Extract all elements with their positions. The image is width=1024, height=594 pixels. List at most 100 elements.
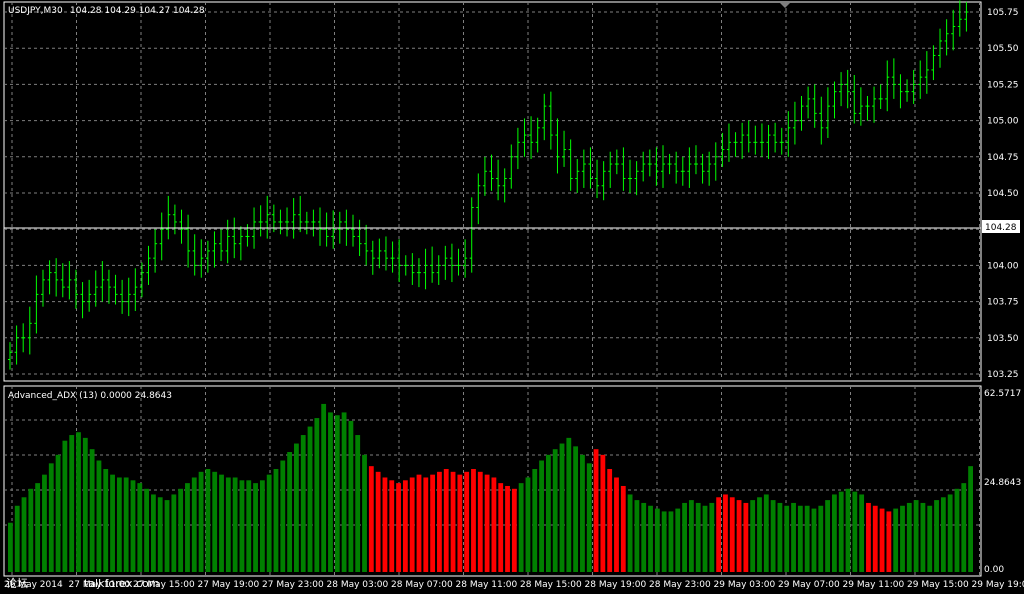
adx-bar [178, 488, 184, 572]
adx-bar [716, 497, 722, 572]
adx-bar [246, 480, 252, 572]
adx-bar [273, 468, 279, 572]
time-tick-label: 29 May 07:00 [778, 580, 840, 590]
adx-bar [654, 508, 660, 572]
price-tick-label: 105.00 [987, 117, 1019, 127]
adx-bar [961, 483, 967, 572]
adx-bar [157, 497, 163, 572]
watermark-text: talkforex.com [84, 577, 159, 590]
adx-bar [116, 477, 122, 572]
adx-bar [477, 471, 483, 572]
adx-bar [511, 488, 517, 572]
time-tick-label: 29 May 03:00 [714, 580, 776, 590]
adx-bar [219, 474, 224, 572]
adx-bar [225, 477, 231, 572]
adx-bar [573, 446, 579, 572]
adx-bar [457, 474, 463, 572]
time-tick-label: 28 May 03:00 [327, 580, 389, 590]
adx-bar [491, 477, 497, 572]
adx-bar [362, 454, 367, 572]
adx-bar [607, 468, 613, 572]
adx-bar [307, 426, 313, 572]
adx-bar [300, 435, 306, 572]
adx-bar [191, 477, 197, 572]
adx-bar [355, 435, 361, 572]
adx-bar [620, 485, 626, 572]
adx-bar [48, 463, 54, 572]
adx-bar [8, 522, 13, 572]
adx-bar [151, 494, 156, 572]
adx-bar [389, 480, 395, 572]
adx-bar [648, 505, 653, 572]
adx-bar [341, 412, 347, 572]
adx-bar [886, 511, 892, 572]
adx-bar [682, 502, 687, 572]
adx-bar [539, 460, 544, 572]
adx-bar [757, 497, 762, 572]
adx-bar [76, 432, 81, 572]
price-tick-label: 105.50 [987, 44, 1019, 54]
adx-bar [695, 502, 701, 572]
adx-bar [471, 468, 476, 572]
adx-bar [600, 454, 606, 572]
price-tick-label: 103.50 [987, 334, 1019, 344]
adx-bar [443, 468, 449, 572]
adx-bar [688, 500, 694, 572]
adx-bar [28, 488, 34, 572]
current-price-label: 104.28 [985, 223, 1017, 233]
adx-bar [450, 471, 456, 572]
time-tick-label: 28 May 23:00 [649, 580, 711, 590]
adx-bar [723, 494, 728, 572]
time-tick-label: 28 May 15:00 [520, 580, 582, 590]
adx-bar [89, 449, 95, 572]
price-tick-label: 104.75 [987, 153, 1019, 163]
adx-bar [552, 449, 558, 572]
adx-bar [96, 460, 102, 572]
adx-bar [375, 471, 381, 572]
adx-bar [110, 474, 115, 572]
adx-bar [750, 500, 756, 572]
adx-bar [845, 488, 851, 572]
indicator-label: Advanced_ADX (13) 0.0000 24.8643 [8, 391, 172, 401]
adx-bar [239, 480, 245, 572]
adx-bar [518, 483, 524, 572]
adx-bar [294, 443, 299, 572]
adx-bar [818, 505, 824, 572]
adx-bar [164, 500, 170, 572]
adx-bar [505, 485, 510, 572]
adx-bar [144, 488, 150, 572]
adx-bar [532, 468, 538, 572]
adx-bar [498, 483, 504, 572]
indicator-min-label: 0.00 [984, 565, 1004, 575]
price-tick-label: 105.75 [987, 8, 1019, 18]
adx-bar [368, 466, 374, 572]
adx-bar [437, 471, 442, 572]
price-tick-label: 103.75 [987, 298, 1019, 308]
adx-bar [838, 491, 844, 572]
adx-bar [566, 437, 572, 572]
adx-bar [525, 477, 531, 572]
time-tick-label: 27 May 23:00 [262, 580, 324, 590]
time-tick-label: 28 May 19:00 [585, 580, 647, 590]
price-tick-label: 103.25 [987, 370, 1019, 380]
ohlc-label: 104.28 104.29 104.27 104.28 [70, 6, 205, 16]
indicator-mid-label: 24.8643 [984, 478, 1021, 488]
adx-bar [123, 477, 129, 572]
adx-bar [852, 491, 858, 572]
adx-bar [784, 505, 790, 572]
adx-bar [21, 497, 27, 572]
trading-chart-window[interactable]: 105.75 105.50 105.25 105.00 104.75 104.50 104.… [0, 0, 1024, 594]
adx-bar [328, 412, 333, 572]
adx-bar [825, 500, 830, 572]
adx-bar [185, 483, 190, 572]
adx-bar [729, 497, 735, 572]
adx-bar [900, 505, 905, 572]
adx-bar [42, 474, 47, 572]
adx-bar [641, 502, 647, 572]
adx-bar [675, 508, 681, 572]
time-tick-label: 29 May 19:00 [972, 580, 1024, 590]
adx-bar [893, 508, 899, 572]
adx-bar [804, 505, 810, 572]
adx-bar [702, 505, 708, 572]
adx-bar [464, 471, 470, 572]
